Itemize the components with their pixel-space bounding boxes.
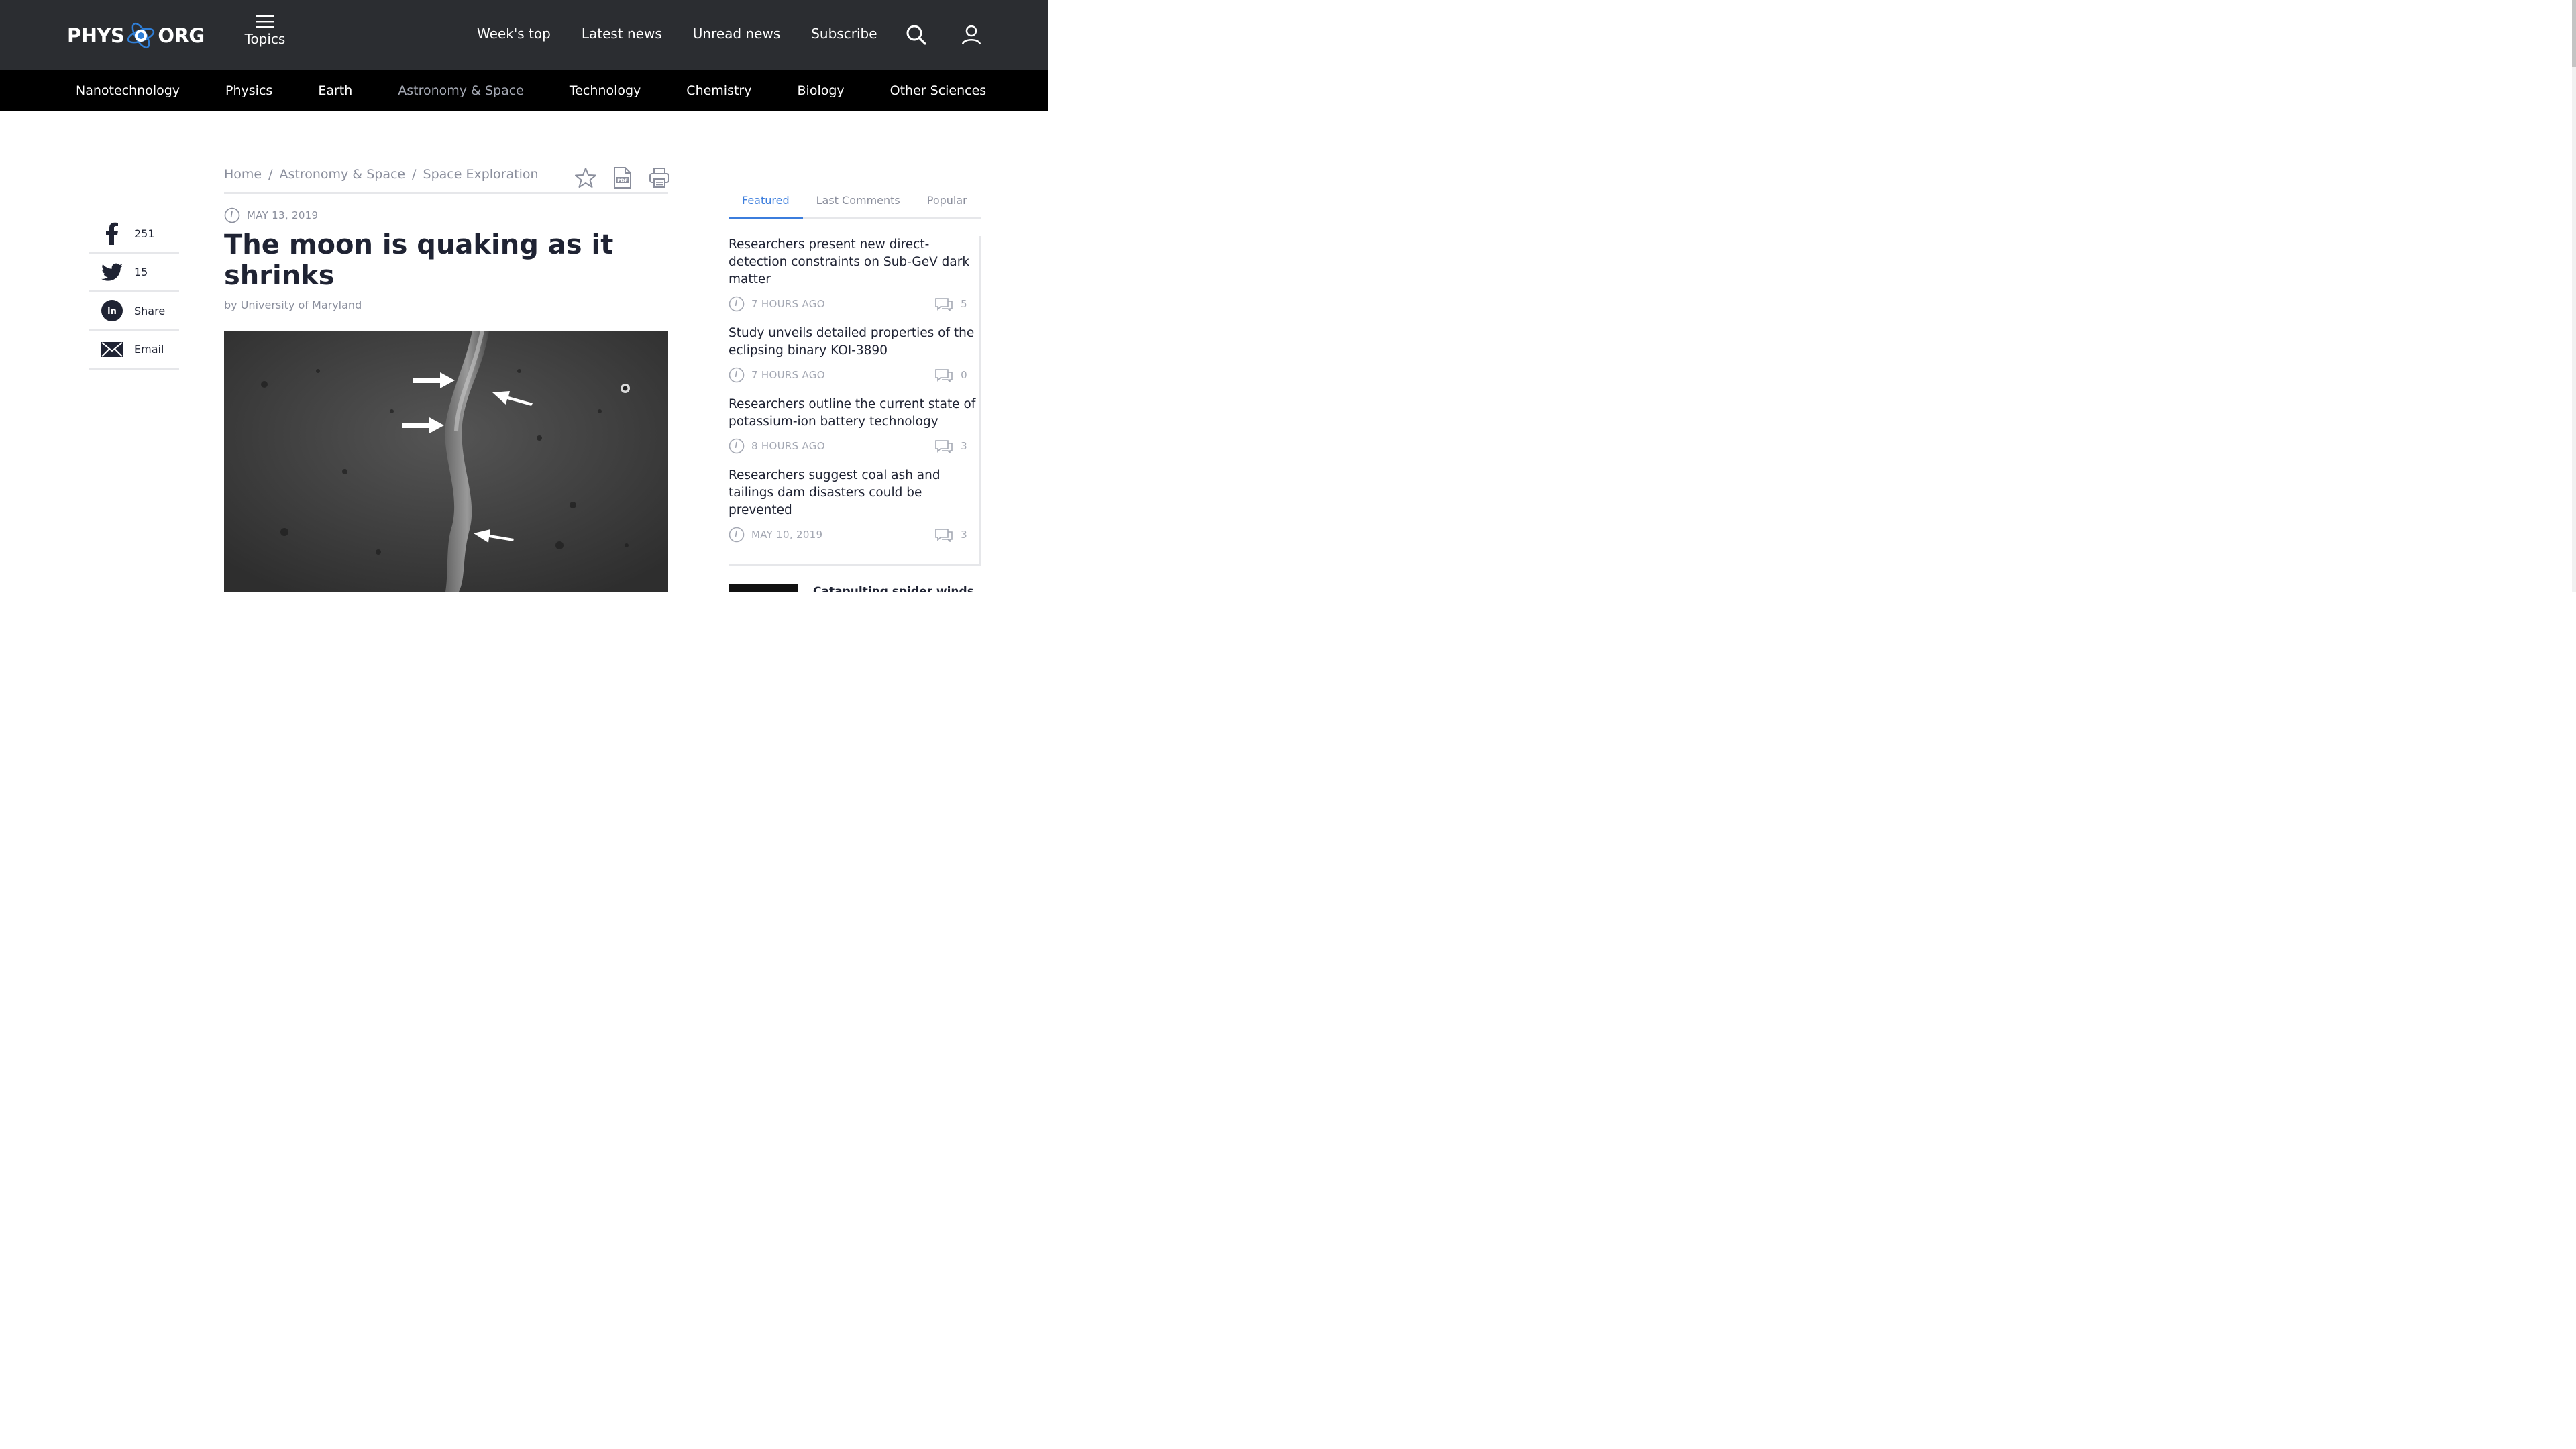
- sidebar-tabs: Featured Last Comments Popular: [729, 191, 981, 219]
- category-nav: Nanotechnology Physics Earth Astronomy &…: [0, 70, 1048, 111]
- bookmark-star-icon[interactable]: [574, 166, 597, 189]
- twitter-share[interactable]: 15: [89, 254, 179, 292]
- tab-featured[interactable]: Featured: [729, 191, 803, 219]
- linkedin-icon: in: [101, 299, 123, 322]
- list-item[interactable]: Researchers suggest coal ash and tailing…: [729, 467, 979, 543]
- breadcrumb-home[interactable]: Home: [224, 167, 262, 182]
- comment-count-value: 3: [961, 529, 967, 541]
- print-icon[interactable]: [648, 166, 671, 189]
- feed-item-title[interactable]: Researchers suggest coal ash and tailing…: [729, 467, 978, 519]
- comments-icon: [935, 369, 953, 382]
- comments-icon: [935, 440, 953, 453]
- article-date: MAY 13, 2019: [224, 207, 318, 223]
- email-share[interactable]: Email: [89, 331, 179, 370]
- category-other-sciences[interactable]: Other Sciences: [890, 83, 987, 98]
- clock-icon: [729, 527, 745, 543]
- feed-item-title[interactable]: Researchers present new direct-detection…: [729, 236, 978, 288]
- nav-weeks-top[interactable]: Week's top: [477, 25, 551, 42]
- email-icon: [101, 338, 123, 361]
- next-item-title[interactable]: Catapulting spider winds up: [813, 584, 981, 592]
- site-logo[interactable]: PHYS ORG: [67, 19, 205, 52]
- featured-feed: Researchers present new direct-detection…: [729, 236, 981, 564]
- list-item[interactable]: Researchers present new direct-detection…: [729, 236, 979, 313]
- comment-count[interactable]: 5: [935, 297, 967, 311]
- breadcrumb-divider: [224, 192, 668, 194]
- svg-text:PDF: PDF: [617, 178, 628, 184]
- comment-count[interactable]: 3: [935, 439, 967, 453]
- comment-count[interactable]: 3: [935, 527, 967, 542]
- clock-icon: [224, 207, 240, 223]
- svg-text:in: in: [107, 307, 117, 317]
- breadcrumb: Home / Astronomy & Space / Space Explora…: [224, 167, 539, 182]
- scrollbar-thumb[interactable]: [2572, 0, 2576, 67]
- topics-label: Topics: [244, 31, 286, 47]
- facebook-count: 251: [134, 227, 155, 240]
- breadcrumb-space-exploration[interactable]: Space Exploration: [423, 167, 539, 182]
- category-physics[interactable]: Physics: [225, 83, 272, 98]
- feed-item-meta: 7 HOURS AGO 0: [729, 366, 979, 384]
- sidebar-divider: [729, 564, 981, 566]
- feed-item-title[interactable]: Researchers outline the current state of…: [729, 396, 978, 431]
- twitter-icon: [101, 261, 123, 284]
- list-item[interactable]: Study unveils detailed properties of the…: [729, 325, 979, 384]
- category-technology[interactable]: Technology: [570, 83, 641, 98]
- article-tools: PDF: [574, 166, 671, 189]
- article-byline: by University of Maryland: [224, 299, 362, 311]
- breadcrumb-separator: /: [268, 167, 273, 182]
- category-nanotechnology[interactable]: Nanotechnology: [76, 83, 180, 98]
- breadcrumb-astronomy-space[interactable]: Astronomy & Space: [280, 167, 406, 182]
- article-title: The moon is quaking as it shrinks: [224, 229, 614, 291]
- pdf-icon[interactable]: PDF: [612, 166, 633, 189]
- feed-item-meta: MAY 10, 2019 3: [729, 526, 979, 543]
- category-earth[interactable]: Earth: [318, 83, 352, 98]
- search-icon[interactable]: [906, 24, 927, 46]
- next-item-thumbnail[interactable]: [729, 584, 798, 592]
- hamburger-icon: [256, 15, 274, 28]
- article-date-text: MAY 13, 2019: [247, 209, 319, 221]
- facebook-share[interactable]: 251: [89, 215, 179, 254]
- email-label: Email: [134, 343, 164, 356]
- nav-unread-news[interactable]: Unread news: [693, 25, 780, 42]
- linkedin-share[interactable]: in Share: [89, 292, 179, 331]
- atom-logo-icon: [127, 22, 155, 49]
- breadcrumb-separator: /: [412, 167, 417, 182]
- feed-item-time: 7 HOURS AGO: [751, 298, 825, 310]
- category-astronomy-space[interactable]: Astronomy & Space: [398, 83, 524, 98]
- list-item[interactable]: Researchers outline the current state of…: [729, 396, 979, 455]
- comment-count-value: 0: [961, 369, 967, 381]
- comment-count-value: 3: [961, 440, 967, 452]
- feed-item-time: 7 HOURS AGO: [751, 369, 825, 381]
- header-nav: Week's top Latest news Unread news Subsc…: [477, 25, 877, 42]
- page-scrollbar[interactable]: [2572, 0, 2576, 592]
- comment-count[interactable]: 0: [935, 368, 967, 382]
- feed-item-meta: 8 HOURS AGO 3: [729, 437, 979, 455]
- user-account-icon[interactable]: [961, 24, 982, 46]
- category-chemistry[interactable]: Chemistry: [686, 83, 751, 98]
- twitter-count: 15: [134, 266, 148, 279]
- feed-item-meta: 7 HOURS AGO 5: [729, 295, 979, 313]
- tab-last-comments[interactable]: Last Comments: [803, 191, 914, 217]
- logo-text-left: PHYS: [67, 24, 125, 47]
- site-header: PHYS ORG Topics Week's top Latest news U…: [0, 0, 1048, 70]
- linkedin-label: Share: [134, 304, 166, 317]
- topics-menu-button[interactable]: Topics: [241, 15, 288, 47]
- logo-text-right: ORG: [158, 24, 205, 47]
- feed-item-time: 8 HOURS AGO: [751, 440, 825, 452]
- comments-icon: [935, 529, 953, 542]
- comment-count-value: 5: [961, 298, 967, 310]
- article-hero-image[interactable]: [224, 331, 668, 592]
- feed-item-title[interactable]: Study unveils detailed properties of the…: [729, 325, 978, 360]
- clock-icon: [729, 367, 745, 383]
- clock-icon: [729, 296, 745, 312]
- facebook-icon: [101, 222, 123, 246]
- feed-item-time: MAY 10, 2019: [751, 529, 823, 541]
- lunar-scarp-photo: [224, 331, 668, 592]
- tab-popular[interactable]: Popular: [914, 191, 981, 217]
- comments-icon: [935, 298, 953, 311]
- nav-latest-news[interactable]: Latest news: [582, 25, 662, 42]
- share-column: 251 15 in Share Email: [89, 215, 179, 370]
- clock-icon: [729, 438, 745, 454]
- category-biology[interactable]: Biology: [798, 83, 845, 98]
- nav-subscribe[interactable]: Subscribe: [811, 25, 877, 42]
